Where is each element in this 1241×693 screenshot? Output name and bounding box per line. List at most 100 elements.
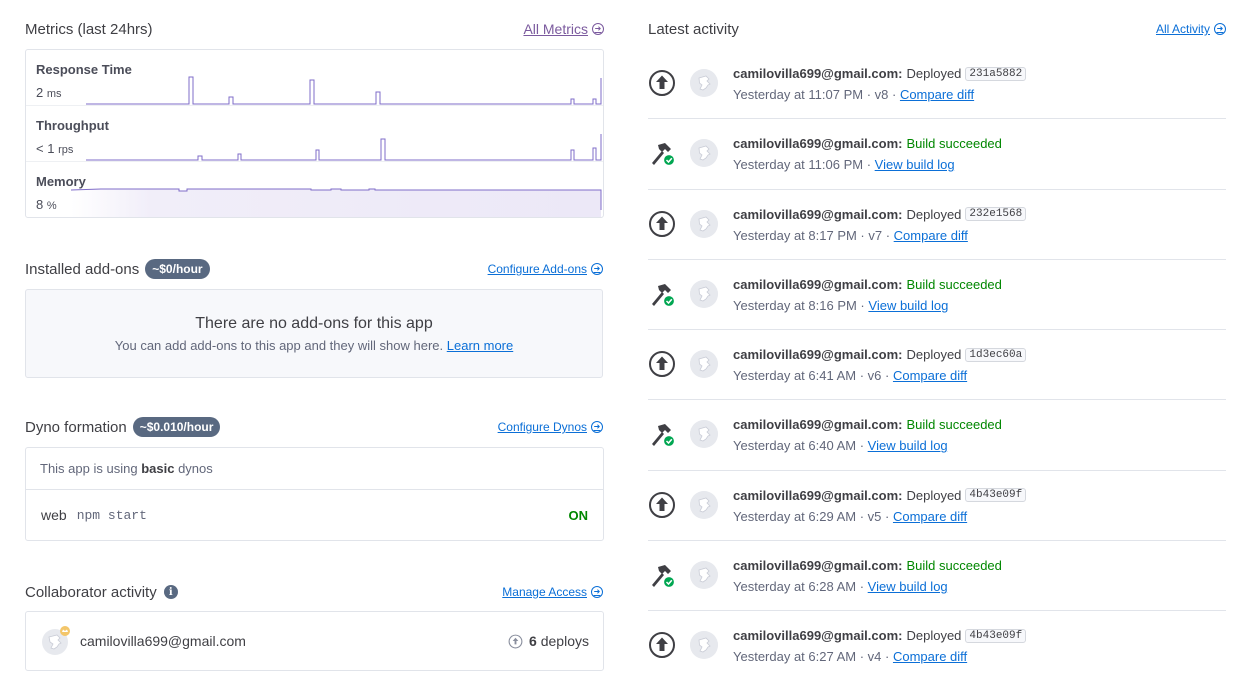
dyno-title-group: Dyno formation ~$0.010/hour [25, 417, 221, 437]
activity-item: camilovilla699@gmail.com: Deployed 4b43e09… [648, 611, 1226, 681]
metrics-panel[interactable]: Response Time 2 ms Throughput < 1 rps Me… [25, 49, 604, 218]
activity-meta: Yesterday at 8:16 PM · View build log [733, 298, 948, 313]
all-activity-link[interactable]: All Activity ➜ [1156, 22, 1226, 36]
memory-sparkline [70, 188, 602, 217]
deploy-icon [508, 634, 523, 648]
view-build-log-link[interactable]: View build log [875, 157, 955, 172]
dyno-status: ON [568, 507, 589, 523]
build-hammer-icon [652, 424, 676, 448]
addons-empty-subtitle: You can add add-ons to this app and they… [114, 338, 514, 353]
activity-time: Yesterday at 8:16 PM · [733, 297, 865, 313]
deploy-icon [649, 491, 675, 518]
avatar-icon [690, 561, 718, 590]
activity-meta: Yesterday at 6:40 AM · View build log [733, 438, 948, 453]
avatar-icon [690, 350, 718, 379]
activity-user-email: camilovilla699@gmail.com: [733, 417, 903, 433]
activity-header: Latest activity All Activity ➜ [648, 19, 1226, 39]
activity-time: Yesterday at 6:28 AM · [733, 579, 865, 595]
metric-value: 2 ms [36, 85, 62, 100]
collab-header: Collaborator activity i Manage Access ➜ [25, 582, 603, 602]
addons-cost-badge: ~$0/hour [145, 259, 210, 279]
build-hammer-icon [652, 565, 676, 589]
compare-diff-link[interactable]: Compare diff [893, 649, 967, 664]
avatar-icon [690, 279, 718, 308]
activity-time: Yesterday at 11:06 PM · [733, 157, 872, 173]
activity-user-email: camilovilla699@gmail.com: [733, 206, 903, 222]
view-build-log-link[interactable]: View build log [868, 579, 948, 594]
metric-label: Throughput [36, 118, 109, 133]
dyno-process-row[interactable]: web npm start ON [26, 490, 603, 540]
configure-dynos-link[interactable]: Configure Dynos ➜ [498, 420, 603, 434]
metric-throughput[interactable]: Throughput < 1 rps [26, 106, 603, 162]
commit-hash: 1d3ec60a [965, 347, 1027, 362]
addons-empty-state: There are no add-ons for this app You ca… [25, 289, 603, 378]
configure-dynos-label: Configure Dynos [497, 420, 587, 434]
avatar-icon [690, 420, 718, 449]
manage-access-link[interactable]: Manage Access ➜ [502, 585, 603, 599]
activity-summary: camilovilla699@gmail.com: Build succeeded [733, 558, 1002, 573]
activity-item: camilovilla699@gmail.com: Deployed 231a588… [648, 49, 1226, 120]
activity-time: Yesterday at 6:27 AM · v4 · [733, 649, 890, 665]
activity-user-email: camilovilla699@gmail.com: [733, 136, 903, 152]
metrics-title: Metrics (last 24hrs) [25, 20, 153, 38]
deploy-icon [649, 210, 675, 237]
activity-summary: camilovilla699@gmail.com: Build succeeded [733, 277, 1002, 292]
arrow-right-circle-icon: ➜ [591, 263, 603, 275]
collaborator-row[interactable]: camilovilla699@gmail.com 6 deploys [25, 611, 604, 671]
activity-meta: Yesterday at 6:29 AM · v5 · Compare diff [733, 509, 967, 524]
view-build-log-link[interactable]: View build log [868, 298, 948, 313]
configure-addons-link[interactable]: Configure Add-ons ➜ [488, 262, 603, 276]
throughput-sparkline [86, 134, 602, 161]
metric-label: Response Time [36, 62, 132, 77]
collab-title-group: Collaborator activity i [25, 584, 178, 601]
arrow-right-circle-icon: ➜ [1214, 23, 1226, 35]
info-icon[interactable]: i [163, 585, 178, 599]
activity-summary: camilovilla699@gmail.com: Build succeeded [733, 417, 1002, 432]
compare-diff-link[interactable]: Compare diff [893, 509, 967, 524]
avatar-icon [690, 209, 718, 238]
activity-meta: Yesterday at 11:07 PM · v8 · Compare dif… [733, 87, 974, 102]
learn-more-link[interactable]: Learn more [447, 338, 513, 353]
view-build-log-link[interactable]: View build log [868, 438, 948, 453]
collab-title: Collaborator activity [25, 583, 157, 601]
all-metrics-label: All Metrics [523, 21, 588, 37]
all-activity-label: All Activity [1155, 22, 1210, 36]
activity-item: camilovilla699@gmail.com: Build succeeded… [648, 260, 1226, 331]
arrow-right-circle-icon: ➜ [592, 23, 604, 35]
arrow-right-circle-icon: ➜ [591, 421, 603, 433]
metric-response-time[interactable]: Response Time 2 ms [26, 50, 603, 106]
dyno-title: Dyno formation [25, 418, 127, 436]
activity-meta: Yesterday at 6:27 AM · v4 · Compare diff [733, 649, 967, 664]
build-status: Build succeeded [906, 136, 1002, 152]
build-status: Build succeeded [906, 276, 1002, 292]
addons-header: Installed add-ons ~$0/hour Configure Add… [25, 259, 603, 279]
compare-diff-link[interactable]: Compare diff [894, 228, 968, 243]
avatar-icon [690, 490, 718, 519]
collaborator-deploys: 6 deploys [508, 633, 589, 649]
collaborator-email: camilovilla699@gmail.com [80, 633, 246, 649]
activity-time: Yesterday at 6:41 AM · v6 · [733, 368, 890, 384]
metric-memory[interactable]: Memory 8 % [26, 162, 603, 217]
dyno-process-name: web [41, 507, 67, 523]
manage-access-label: Manage Access [502, 585, 587, 599]
dyno-type-info: This app is using basic dynos [26, 448, 603, 490]
activity-item: camilovilla699@gmail.com: Build succeeded… [648, 119, 1226, 190]
avatar-icon [42, 626, 70, 655]
activity-item: camilovilla699@gmail.com: Build succeeded… [648, 400, 1226, 471]
metric-value: 8 % [36, 197, 57, 212]
compare-diff-link[interactable]: Compare diff [900, 87, 974, 102]
compare-diff-link[interactable]: Compare diff [893, 368, 967, 383]
avatar-icon [690, 69, 718, 97]
metrics-header: Metrics (last 24hrs) All Metrics ➜ [25, 19, 604, 39]
dyno-process-command: npm start [76, 507, 147, 523]
commit-hash: 231a5882 [965, 66, 1027, 81]
activity-summary: camilovilla699@gmail.com: Deployed 232e156… [733, 206, 1027, 222]
activity-summary: camilovilla699@gmail.com: Deployed 1d3ec60… [733, 347, 1027, 362]
build-hammer-icon [652, 283, 676, 307]
activity-time: Yesterday at 8:17 PM · v7 · [733, 227, 891, 243]
dyno-header: Dyno formation ~$0.010/hour Configure Dy… [25, 417, 603, 437]
activity-user-email: camilovilla699@gmail.com: [733, 66, 903, 81]
dyno-panel: This app is using basic dynos web npm st… [25, 447, 604, 541]
activity-meta: Yesterday at 6:28 AM · View build log [733, 579, 948, 594]
all-metrics-link[interactable]: All Metrics ➜ [523, 21, 604, 37]
